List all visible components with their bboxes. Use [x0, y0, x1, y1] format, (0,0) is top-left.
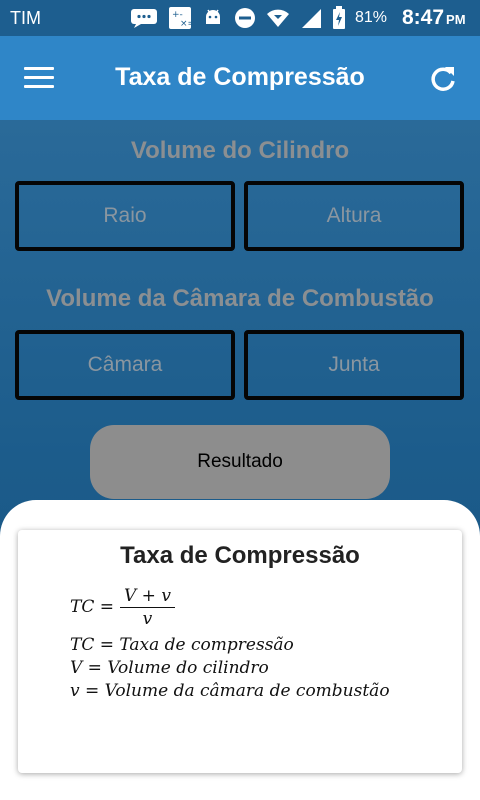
android-icon [206, 9, 220, 24]
formula-fraction: V + v v [120, 586, 175, 629]
compression-ratio-formula: TC = V + v v TC = Taxa de compressão V =… [70, 580, 390, 703]
refresh-icon[interactable] [428, 64, 458, 94]
altura-field[interactable] [244, 181, 464, 251]
formula-denominator: v [142, 608, 153, 629]
raio-input[interactable] [19, 185, 231, 247]
do-not-disturb-icon [235, 8, 255, 28]
formula-card-title: Taxa de Compressão [120, 542, 360, 569]
clock-time: 8:47 [402, 6, 445, 29]
junta-field[interactable] [244, 330, 464, 400]
definition-tc: TC = Taxa de compressão [70, 635, 294, 655]
page-title: Taxa de Compressão [115, 63, 365, 91]
signal-icon [302, 9, 321, 28]
status-bar: TIM +- ×= 81% 8:47 PM [0, 0, 480, 36]
wifi-icon [267, 9, 289, 27]
camara-field[interactable] [15, 330, 235, 400]
formula-equation: TC = V + v v [70, 580, 390, 634]
chat-icon [131, 9, 157, 28]
formula-lhs: TC = [70, 597, 114, 617]
definition-chamber-volume: v = Volume da câmara de combustão [70, 681, 390, 701]
chamber-volume-title: Volume da Câmara de Combustão [46, 285, 434, 312]
calculator-icon: +-×= [169, 7, 192, 29]
status-icons: +- ×= [130, 5, 346, 31]
junta-input[interactable] [248, 334, 460, 396]
result-button[interactable]: Resultado [90, 425, 390, 499]
camara-input[interactable] [19, 334, 231, 396]
formula-card: Taxa de Compressão TC = V + v v TC = Tax… [18, 530, 462, 773]
svg-text:×=: ×= [180, 19, 192, 29]
definition-cylinder-volume: V = Volume do cilindro [70, 658, 269, 678]
clock-ampm: PM [446, 12, 466, 27]
battery-percent: 81% [355, 9, 388, 26]
cylinder-volume-title: Volume do Cilindro [130, 137, 350, 164]
carrier-name: TIM [10, 8, 41, 28]
battery-icon [333, 6, 345, 29]
bottom-sheet: Taxa de Compressão TC = V + v v TC = Tax… [0, 500, 480, 800]
raio-field[interactable] [15, 181, 235, 251]
clock: 8:47 PM [402, 6, 466, 30]
app-bar: Taxa de Compressão [0, 36, 480, 120]
altura-input[interactable] [248, 185, 460, 247]
formula-numerator: V + v [120, 586, 175, 608]
